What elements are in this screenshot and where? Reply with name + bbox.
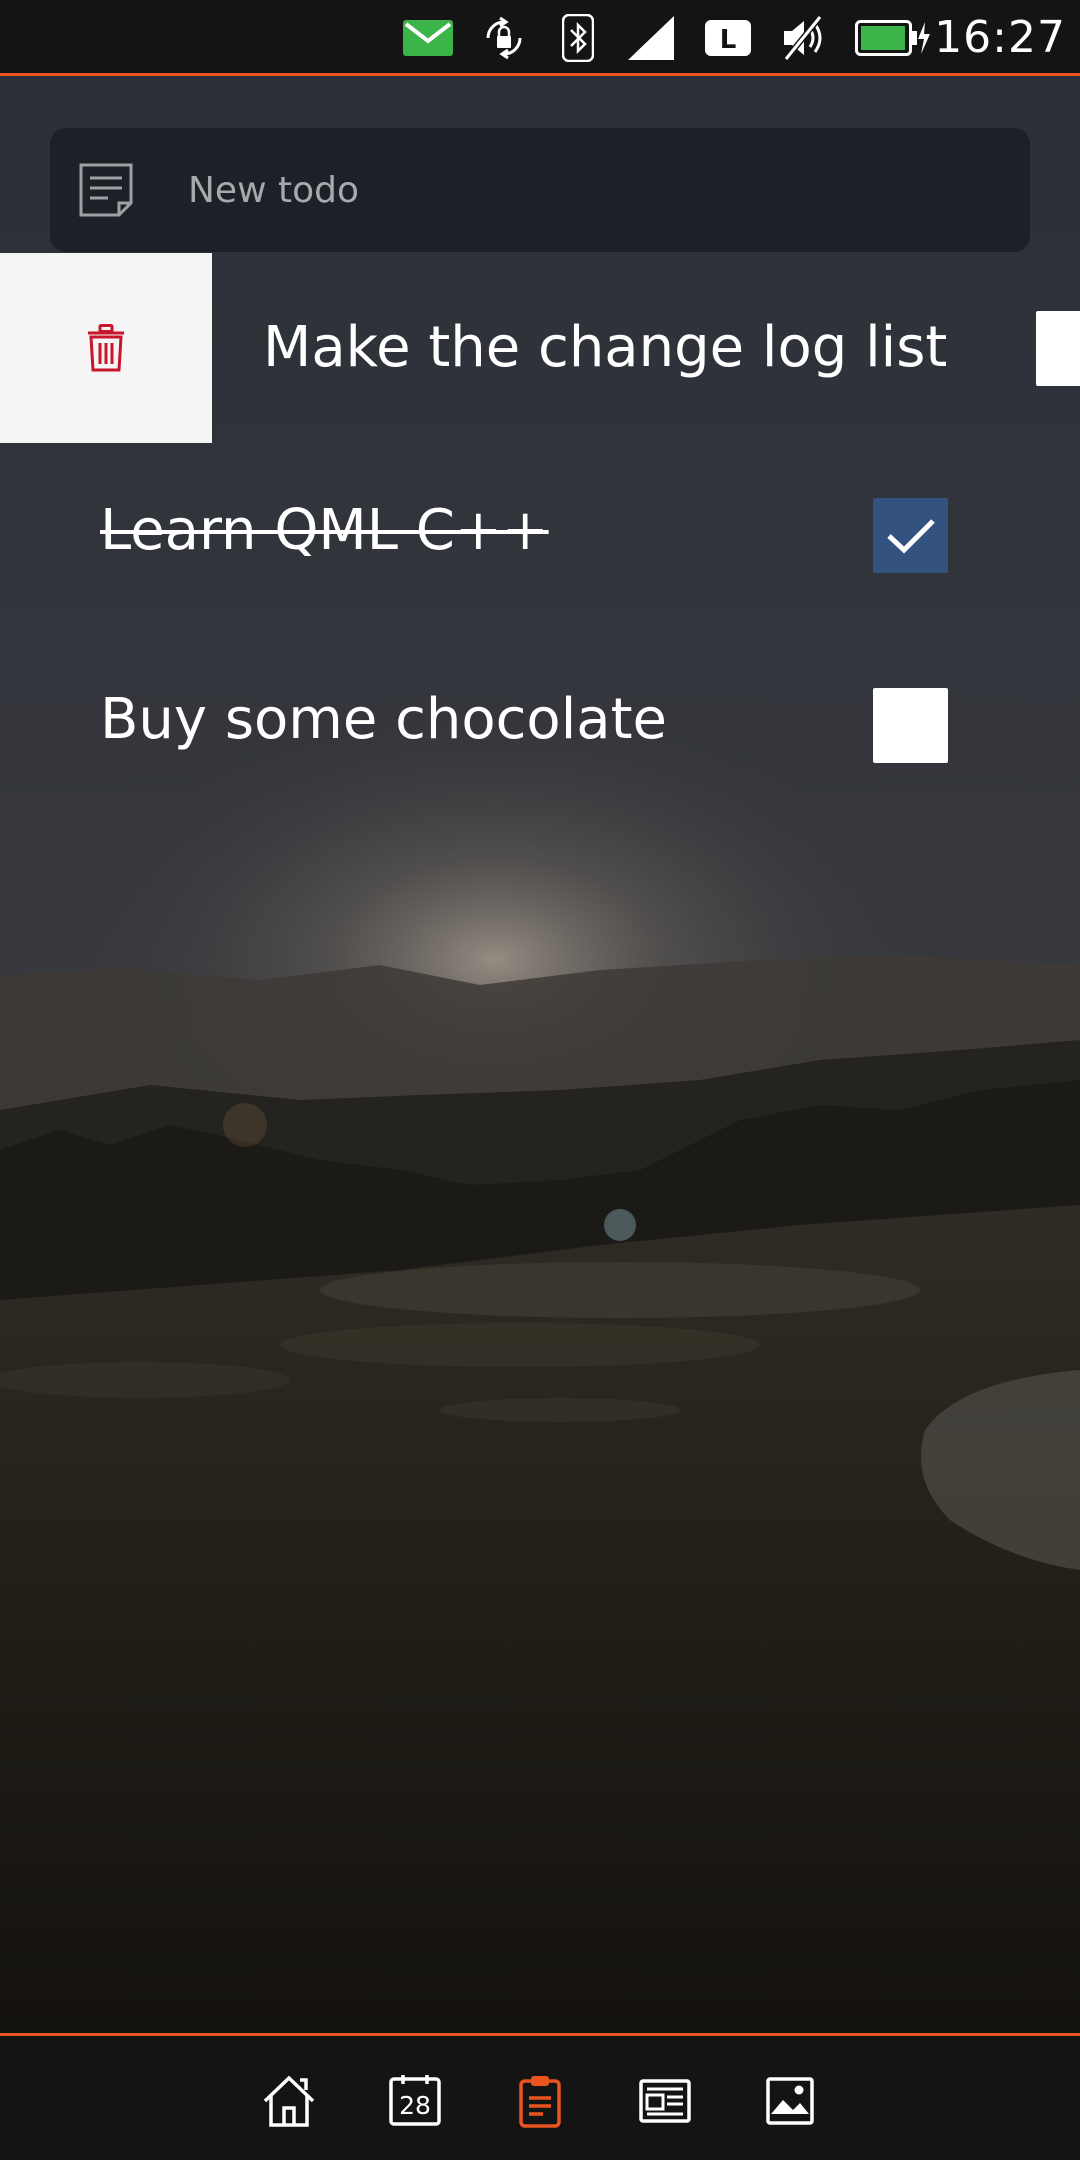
clipboard-icon[interactable] <box>513 2074 567 2128</box>
bluetooth-icon[interactable] <box>562 14 594 62</box>
todo-label: Learn QML C++ <box>100 498 549 563</box>
todo-checkbox[interactable] <box>873 688 948 763</box>
delete-action[interactable] <box>0 253 212 443</box>
home-icon[interactable] <box>262 2074 316 2128</box>
todo-item[interactable]: Buy some chocolate <box>0 633 1080 823</box>
new-todo-input[interactable] <box>188 148 988 232</box>
checkmark-icon <box>886 518 935 553</box>
rotation-lock-icon[interactable] <box>480 14 528 62</box>
todo-label: Buy some chocolate <box>100 687 667 752</box>
todo-item[interactable]: Make the change log list <box>0 253 1080 443</box>
note-icon <box>79 163 133 217</box>
todo-checkbox[interactable] <box>873 498 948 573</box>
bottom-dock: 28 <box>0 2033 1080 2160</box>
lte-icon: L <box>705 14 751 62</box>
calendar-day: 28 <box>399 2091 431 2120</box>
status-bar: L 16:27 <box>0 0 1080 76</box>
news-icon[interactable] <box>638 2074 692 2128</box>
mail-icon[interactable] <box>403 14 453 62</box>
trash-icon <box>88 324 124 372</box>
calendar-icon[interactable]: 28 <box>388 2074 442 2128</box>
new-todo-field[interactable] <box>50 128 1030 252</box>
muted-icon[interactable] <box>780 14 828 62</box>
signal-icon <box>628 14 676 62</box>
battery-charging-icon[interactable] <box>855 14 931 62</box>
todo-label: Make the change log list <box>263 315 948 380</box>
clock-time[interactable]: 16:27 <box>934 8 1066 68</box>
todo-item[interactable]: Learn QML C++ <box>0 443 1080 633</box>
todo-checkbox[interactable] <box>1036 311 1080 386</box>
lte-label: L <box>720 25 737 55</box>
gallery-icon[interactable] <box>763 2074 817 2128</box>
